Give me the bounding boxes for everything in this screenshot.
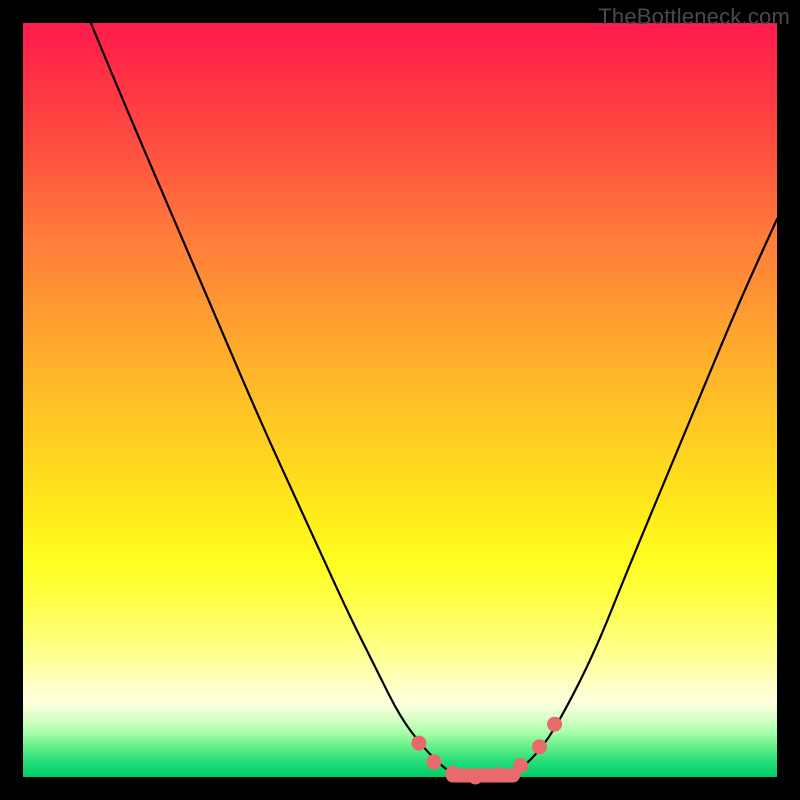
bottleneck-curve-path xyxy=(91,23,777,777)
bottleneck-curve-svg xyxy=(23,23,777,777)
curve-marker xyxy=(445,766,460,781)
curve-marker xyxy=(532,739,547,754)
curve-marker xyxy=(411,736,426,751)
curve-marker xyxy=(468,770,483,785)
chart-frame: TheBottleneck.com xyxy=(0,0,800,800)
watermark-text: TheBottleneck.com xyxy=(598,4,790,30)
curve-marker xyxy=(426,754,441,769)
curve-marker xyxy=(547,717,562,732)
curve-marker xyxy=(491,767,506,782)
curve-marker xyxy=(513,758,528,773)
chart-plot-area xyxy=(23,23,777,777)
